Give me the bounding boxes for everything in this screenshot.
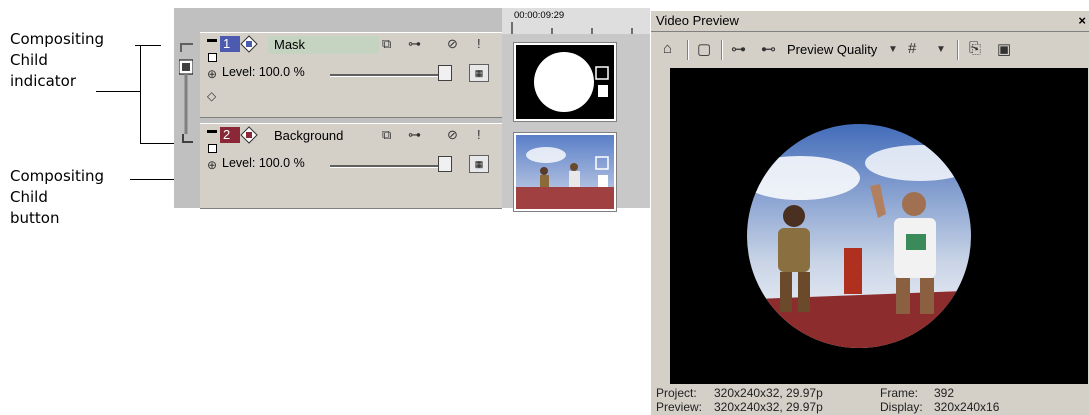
compositing-child-button[interactable]	[208, 144, 217, 153]
background-clip-thumbnail[interactable]	[513, 132, 617, 212]
level-slider-thumb[interactable]	[438, 65, 452, 81]
indicator-line-top	[135, 45, 161, 46]
external-monitor-icon[interactable]: ⊷	[761, 40, 776, 58]
separator	[721, 40, 723, 60]
level-slider[interactable]	[330, 74, 442, 77]
preview-video	[670, 68, 1088, 384]
preview-label: Preview:	[656, 400, 703, 414]
frame-value: 392	[934, 386, 955, 400]
background-image	[516, 135, 614, 209]
display-label: Display:	[880, 400, 923, 414]
track-number: 2	[220, 127, 240, 143]
keyframe-icon[interactable]: ◇	[207, 89, 216, 103]
solo-icon[interactable]: !	[477, 128, 481, 142]
save-icon[interactable]: ▣	[997, 40, 1011, 58]
level-label: Level: 100.0 %	[222, 65, 305, 79]
chevron-down-icon[interactable]: ▼	[888, 44, 898, 55]
callout-compositing-child-indicator: Compositing Child indicator	[10, 30, 105, 90]
video-preview-titlebar[interactable]: Video Preview ×	[651, 11, 1089, 32]
collapse-icon[interactable]: ▬	[207, 126, 217, 136]
preview-quality-dropdown[interactable]: Preview Quality	[787, 42, 877, 57]
split-icon[interactable]: ⊶	[731, 40, 746, 58]
track-motion-icon[interactable]: ⊶	[408, 128, 421, 142]
project-value: 320x240x32, 29.97p	[714, 386, 823, 400]
mask-circle-image	[516, 45, 614, 119]
separator	[687, 40, 689, 60]
chevron-down-icon[interactable]: ▼	[936, 44, 946, 55]
mask-clip-thumbnail[interactable]	[513, 42, 617, 122]
display-value: 320x240x16	[934, 400, 1000, 414]
compositing-mode-icon[interactable]: ⧉	[382, 128, 391, 142]
level-slider[interactable]	[330, 165, 442, 168]
compositing-mode-icon[interactable]: ⧉	[382, 37, 391, 51]
timeline-ruler[interactable]: 00:00:09:29	[502, 8, 650, 34]
composited-frame-image	[670, 68, 1088, 384]
close-icon[interactable]: ×	[1078, 13, 1086, 28]
ruler-ticks	[511, 22, 633, 34]
indicator-bracket	[140, 45, 141, 143]
window-title: Video Preview	[656, 13, 739, 28]
compositor-icon[interactable]: ▦	[469, 64, 489, 82]
preview-toolbar: ⌂ ▢ ⊶ ⊷ Preview Quality ▼ # ▼ ⎘ ▣	[651, 32, 1089, 68]
grid-icon[interactable]: #	[908, 40, 916, 57]
solo-icon[interactable]: !	[477, 37, 481, 51]
compositor-icon[interactable]: ▦	[469, 155, 489, 173]
compositing-child-button[interactable]	[208, 53, 217, 62]
level-label: Level: 100.0 %	[222, 156, 305, 170]
track-header-background[interactable]: ▬ 2 Background ⧉ ⊶ ⊘ ! ⊕ Level: 100.0 % …	[200, 123, 502, 209]
compositing-bracket-icon	[178, 43, 194, 143]
indicator-line-mid	[96, 91, 140, 92]
project-label: Project:	[656, 386, 697, 400]
track-fx-icon[interactable]: ⊕	[207, 158, 217, 172]
copy-icon[interactable]: ⎘	[969, 40, 981, 57]
preview-value: 320x240x32, 29.97p	[714, 400, 823, 414]
properties-icon[interactable]: ⌂	[663, 40, 672, 57]
track-fx-icon[interactable]: ⊕	[207, 67, 217, 81]
compositing-child-indicator	[178, 34, 194, 182]
callout-compositing-child-button: Compositing Child button	[10, 167, 105, 227]
video-preview-window: Video Preview × ⌂ ▢ ⊶ ⊷ Preview Quality …	[650, 11, 1089, 415]
video-track-icon	[240, 126, 258, 144]
timeline[interactable]: 00:00:09:29	[502, 8, 650, 212]
video-track-icon	[240, 35, 258, 53]
frame-label: Frame:	[880, 386, 919, 400]
collapse-icon[interactable]: ▬	[207, 35, 217, 45]
track-number: 1	[220, 36, 240, 52]
track-motion-icon[interactable]: ⊶	[408, 37, 421, 51]
level-slider-thumb[interactable]	[438, 156, 452, 172]
separator	[957, 40, 959, 60]
track-header-mask[interactable]: ▬ 1 Mask ⧉ ⊶ ⊘ ! ⊕ Level: 100.0 % ▦ ◇	[200, 32, 502, 118]
overlay-icon[interactable]: ▢	[697, 40, 711, 58]
mute-icon[interactable]: ⊘	[447, 37, 458, 51]
track-name[interactable]: Background	[268, 127, 379, 145]
mute-icon[interactable]: ⊘	[447, 128, 458, 142]
track-name[interactable]: Mask	[268, 36, 379, 54]
track-header-panel: ▬ 1 Mask ⧉ ⊶ ⊘ ! ⊕ Level: 100.0 % ▦ ◇ ▬ …	[174, 8, 502, 209]
